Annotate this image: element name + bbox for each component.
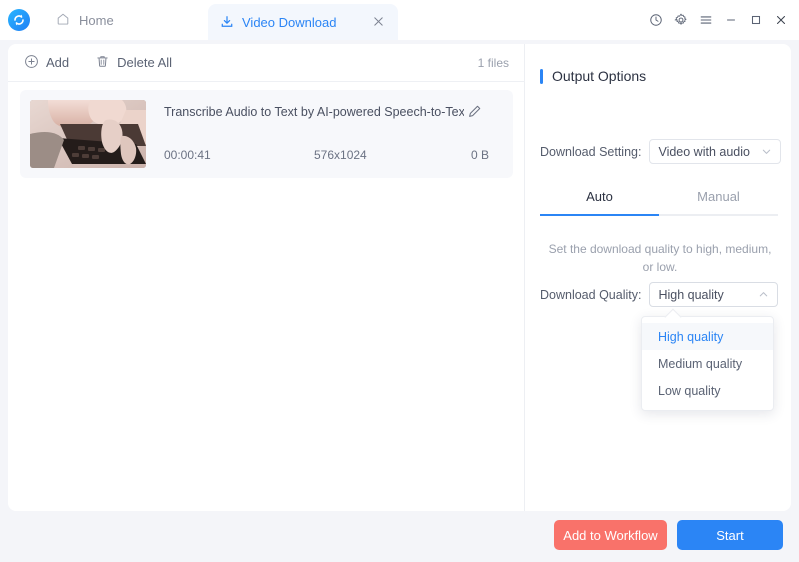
list-item[interactable]: Transcribe Audio to Text by AI-powered S… [20, 90, 513, 178]
download-quality-value: High quality [658, 287, 724, 302]
pencil-edit-icon[interactable] [467, 104, 482, 119]
file-duration: 00:00:41 [164, 148, 211, 162]
chevron-down-icon [761, 146, 772, 157]
file-details: Transcribe Audio to Text by AI-powered S… [146, 100, 503, 168]
download-setting-label: Download Setting: [540, 144, 642, 159]
delete-all-label: Delete All [117, 55, 173, 70]
plus-circle-icon [24, 54, 39, 72]
app-logo-icon[interactable] [8, 9, 30, 31]
file-title: Transcribe Audio to Text by AI-powered S… [164, 104, 464, 119]
document-tab-label: Video Download [242, 14, 337, 30]
file-count-label: 1 files [477, 55, 509, 70]
download-quality-dropdown[interactable]: High quality Medium quality Low quality [641, 316, 774, 411]
history-icon[interactable] [644, 8, 668, 32]
home-tab[interactable]: Home [42, 0, 128, 40]
file-toolbar: Add Delete All 1 files [8, 44, 525, 82]
menu-icon[interactable] [694, 8, 718, 32]
file-list-pane: Add Delete All 1 files Transcribe Audio … [8, 44, 525, 511]
tab-description: Set the download quality to high, medium… [548, 242, 772, 274]
file-stats: 00:00:41 576x1024 0 B [164, 148, 489, 162]
document-tab-video-download[interactable]: Video Download [208, 4, 398, 40]
settings-gear-icon[interactable] [669, 8, 693, 32]
title-bar: Home Video Download [0, 0, 799, 40]
minimize-icon[interactable] [719, 8, 743, 32]
delete-all-button[interactable]: Delete All [95, 54, 172, 72]
download-setting-select[interactable]: Video with audio [649, 139, 782, 164]
download-setting-value: Video with audio [658, 144, 750, 159]
home-tab-label: Home [79, 12, 114, 28]
file-resolution: 576x1024 [314, 148, 367, 162]
accent-bar [540, 68, 543, 84]
close-icon[interactable] [370, 15, 386, 29]
dropdown-option-low-quality[interactable]: Low quality [642, 377, 773, 404]
add-button[interactable]: Add [24, 54, 69, 72]
quality-mode-tabs: Auto Manual [540, 189, 778, 216]
maximize-icon[interactable] [744, 8, 768, 32]
laptop-typing-thumbnail [30, 100, 146, 168]
file-size: 0 B [470, 148, 489, 162]
footer-actions: Add to Workflow Start [554, 520, 783, 550]
window-controls [644, 8, 793, 32]
dropdown-option-medium-quality[interactable]: Medium quality [642, 350, 773, 377]
download-quality-select[interactable]: High quality [649, 282, 779, 307]
start-button[interactable]: Start [677, 520, 783, 550]
add-to-workflow-button[interactable]: Add to Workflow [554, 520, 667, 550]
home-icon [56, 12, 70, 29]
download-quality-row: Download Quality: High quality [540, 282, 779, 307]
chevron-up-icon [758, 289, 769, 300]
download-icon [220, 15, 234, 29]
download-quality-label: Download Quality: [540, 287, 642, 302]
tab-auto[interactable]: Auto [540, 189, 659, 216]
add-button-label: Add [46, 55, 70, 70]
output-options-title-label: Output Options [552, 68, 647, 84]
close-window-icon[interactable] [769, 8, 793, 32]
main-panel: Add Delete All 1 files Transcribe Audio … [8, 44, 791, 511]
output-options-pane: Output Options Download Setting: Video w… [526, 44, 791, 511]
dropdown-option-high-quality[interactable]: High quality [642, 323, 773, 350]
download-setting-row: Download Setting: Video with audio [540, 139, 782, 164]
file-list: Transcribe Audio to Text by AI-powered S… [8, 82, 525, 178]
trash-icon [95, 54, 110, 72]
tab-manual[interactable]: Manual [659, 189, 778, 216]
output-options-title: Output Options [540, 68, 646, 84]
